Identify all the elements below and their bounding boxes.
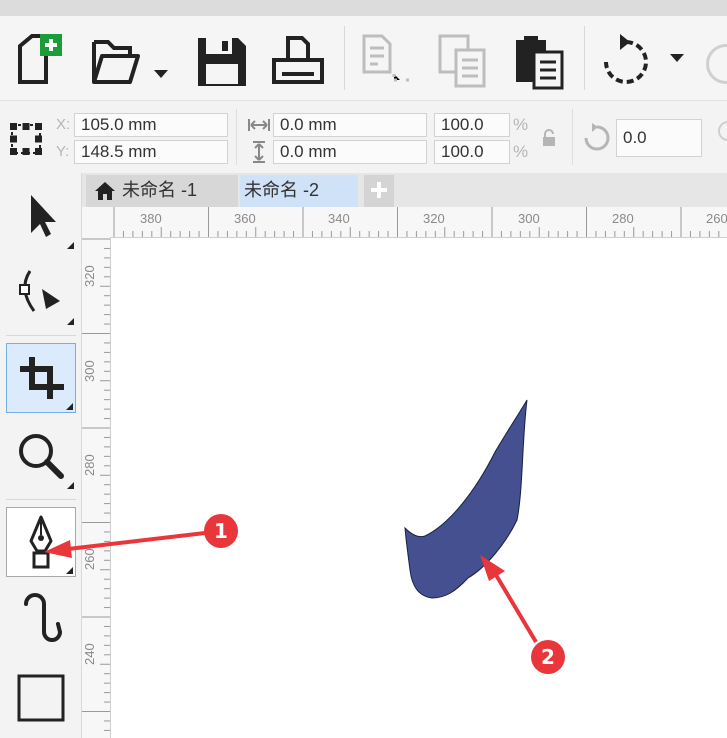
annotation-arrowhead-2	[480, 555, 505, 581]
annotation-arrowhead-1	[44, 540, 72, 558]
annotation-arrow-2	[494, 573, 538, 644]
annotation-badge-1: 1	[204, 514, 238, 548]
annotation-badge-2: 2	[531, 640, 565, 674]
drawn-curve-shape[interactable]	[404, 399, 528, 599]
annotation-arrow-1	[67, 531, 206, 551]
canvas-overlay	[44, 399, 538, 644]
